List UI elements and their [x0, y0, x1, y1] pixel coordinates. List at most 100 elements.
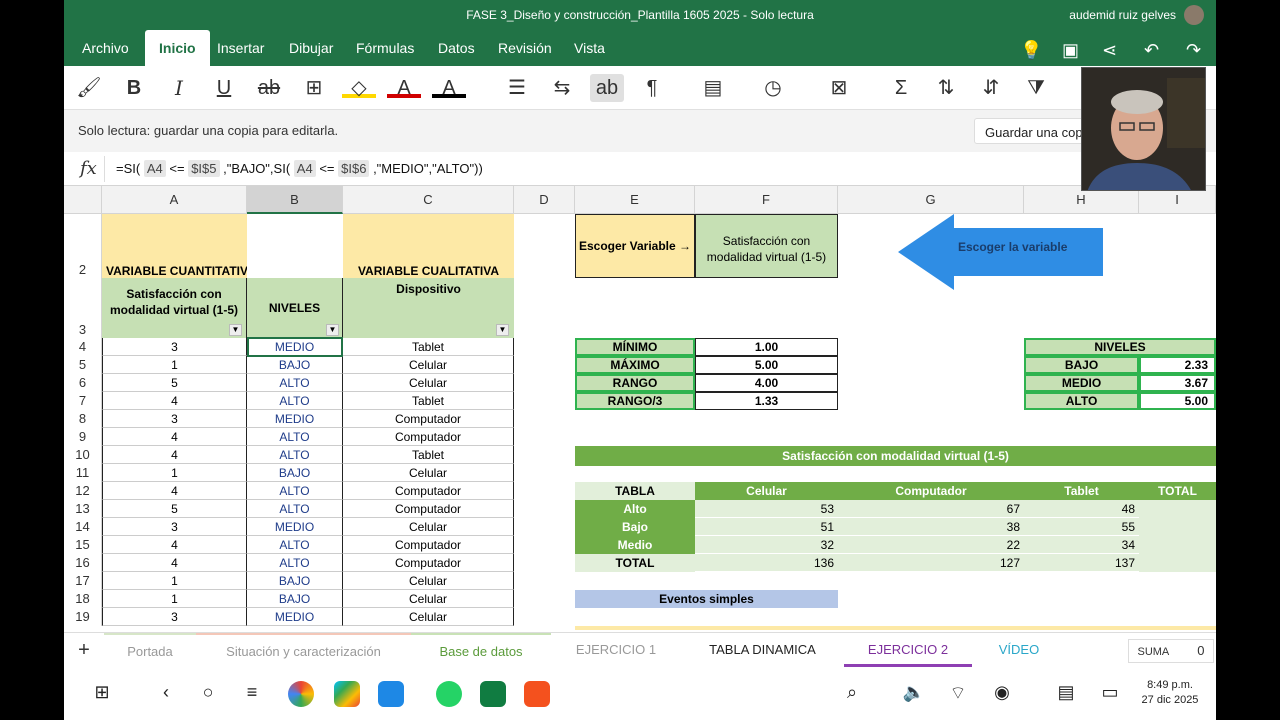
cell-b[interactable]: MEDIO — [247, 608, 343, 626]
excel-app-icon[interactable] — [480, 681, 506, 707]
filter-dropdown-icon[interactable]: ▼ — [326, 324, 339, 336]
cell-b[interactable]: ALTO — [247, 536, 343, 554]
cell-a[interactable]: 3 — [102, 410, 247, 428]
pivot-column-header[interactable]: Tablet — [1024, 482, 1139, 500]
header-variable-cuantitativa[interactable]: VARIABLE CUANTITATIVA — [102, 214, 247, 278]
orientation-icon[interactable]: ab — [590, 74, 624, 102]
select-all-corner[interactable] — [64, 186, 102, 214]
sheet-tab-ejercicio-2[interactable]: EJERCICIO 2 — [844, 633, 972, 667]
cell-c[interactable]: Celular — [343, 590, 514, 608]
autosum-icon[interactable]: Σ — [884, 74, 918, 102]
bold-icon[interactable]: B — [117, 74, 151, 102]
spreadsheet-grid[interactable]: A B C D E F G H I 2 3 4 5 6 7 8 9 10 11 12 13 14 15 16… — [64, 186, 1216, 630]
undo-icon[interactable]: ↶ — [1144, 40, 1159, 61]
cell-b[interactable]: ALTO — [247, 392, 343, 410]
pivot-total[interactable] — [1139, 518, 1216, 536]
align-icon[interactable]: ☰ — [500, 74, 534, 102]
nivel-label[interactable]: MEDIO — [1024, 374, 1139, 392]
redo-icon[interactable]: ↷ — [1186, 40, 1201, 61]
filter-dropdown-icon[interactable]: ▼ — [496, 324, 509, 336]
pivot-row-label[interactable]: Medio — [575, 536, 695, 554]
header-variable-cualitativa[interactable]: VARIABLE CUALITATIVA — [343, 214, 514, 278]
clock[interactable]: 8:49 p.m. 27 dic 2025 — [1134, 678, 1206, 708]
column-header-g[interactable]: G — [838, 186, 1024, 214]
cell-c[interactable]: Computador — [343, 500, 514, 518]
row-header[interactable]: 6 — [64, 374, 102, 392]
lightbulb-icon[interactable]: 💡 — [1020, 40, 1042, 61]
row-header[interactable]: 2 — [64, 214, 102, 278]
pivot-row-label[interactable]: Bajo — [575, 518, 695, 536]
pivot-total[interactable] — [1139, 536, 1216, 554]
eventos-simples[interactable]: Eventos simples — [575, 590, 838, 608]
cell-a[interactable]: 1 — [102, 590, 247, 608]
cell-b[interactable]: BAJO — [247, 464, 343, 482]
stat-label[interactable]: RANGO — [575, 374, 695, 392]
escoger-variable-label[interactable]: Escoger Variable → — [575, 214, 695, 278]
cell-b[interactable]: ALTO — [247, 500, 343, 518]
selected-variable-cell[interactable]: Satisfacción con modalidad virtual (1-5) — [695, 214, 838, 278]
cell-a[interactable]: 4 — [102, 554, 247, 572]
sheet-tab-tabla-dinamica[interactable]: TABLA DINAMICA — [681, 633, 844, 667]
cell-b[interactable]: ALTO — [247, 428, 343, 446]
number-format-icon[interactable]: ◷ — [756, 74, 790, 102]
pivot-value[interactable]: 34 — [1024, 536, 1139, 554]
pivot-total[interactable] — [1139, 500, 1216, 518]
cell-a[interactable]: 4 — [102, 446, 247, 464]
add-sheet-icon[interactable]: + — [72, 633, 96, 667]
files-app-icon[interactable] — [378, 681, 404, 707]
row-header[interactable]: 14 — [64, 518, 102, 536]
cell-a[interactable]: 3 — [102, 518, 247, 536]
search-icon[interactable]: ⌕ — [838, 682, 866, 703]
volume-icon[interactable]: 🔈 — [900, 682, 928, 703]
pivot-total[interactable] — [1139, 554, 1216, 572]
apps-grid-icon[interactable]: ⊞ — [88, 682, 116, 703]
italic-icon[interactable]: I — [162, 74, 196, 102]
stat-label[interactable]: MÁXIMO — [575, 356, 695, 374]
screen-recorder-icon[interactable] — [524, 681, 550, 707]
cell-a[interactable]: 1 — [102, 464, 247, 482]
filter-dropdown-icon[interactable]: ▼ — [229, 324, 242, 336]
location-icon[interactable]: ◉ — [988, 682, 1016, 703]
tab-dibujar[interactable]: Dibujar — [289, 40, 333, 56]
row-header[interactable]: 16 — [64, 554, 102, 572]
cell-b[interactable]: MEDIO — [247, 518, 343, 536]
row-header[interactable]: 13 — [64, 500, 102, 518]
pivot-value[interactable]: 32 — [695, 536, 838, 554]
cell-c[interactable]: Tablet — [343, 446, 514, 464]
row-header[interactable]: 4 — [64, 338, 102, 356]
tab-datos[interactable]: Datos — [438, 40, 475, 56]
save-icon[interactable]: ▣ — [1062, 40, 1079, 61]
whatsapp-icon[interactable] — [436, 681, 462, 707]
font-color-dropdown-icon[interactable]: A — [432, 74, 466, 99]
pivot-banner[interactable]: Satisfacción con modalidad virtual (1-5) — [575, 446, 1216, 466]
pivot-value[interactable]: 127 — [838, 554, 1024, 572]
sheet-tab-base-de-datos[interactable]: Base de datos — [411, 633, 551, 667]
conditional-format-icon[interactable]: ▤ — [696, 74, 730, 102]
row-header[interactable]: 7 — [64, 392, 102, 410]
cell-a[interactable]: 1 — [102, 356, 247, 374]
wrap-text-icon[interactable]: ⇆ — [545, 74, 579, 102]
back-icon[interactable]: ‹ — [152, 682, 180, 703]
cell-b[interactable]: BAJO — [247, 356, 343, 374]
row-header[interactable]: 15 — [64, 536, 102, 554]
row-header[interactable]: 17 — [64, 572, 102, 590]
cell-b[interactable]: BAJO — [247, 590, 343, 608]
sheet-tab-ejercicio-1[interactable]: EJERCICIO 1 — [551, 633, 681, 667]
pivot-corner[interactable]: TABLA — [575, 482, 695, 500]
formula-bar[interactable]: fx =SI( A4 <= $I$5 ,"BAJO",SI( A4 <= $I$… — [64, 152, 1216, 186]
fill-color-icon[interactable]: ◇ — [342, 74, 376, 99]
pivot-value[interactable]: 55 — [1024, 518, 1139, 536]
niveles-title[interactable]: NIVELES — [1024, 338, 1216, 356]
column-header-b[interactable]: B — [247, 186, 343, 214]
notes-icon[interactable]: ▤ — [1052, 682, 1080, 703]
cell-a[interactable]: 3 — [102, 608, 247, 626]
pivot-column-header[interactable]: Celular — [695, 482, 838, 500]
row-header[interactable]: 11 — [64, 464, 102, 482]
underline-icon[interactable]: U — [207, 74, 241, 102]
cell-b[interactable]: ALTO — [247, 482, 343, 500]
strikethrough-icon[interactable]: ab — [252, 74, 286, 102]
cell-c[interactable]: Computador — [343, 428, 514, 446]
font-color-icon[interactable]: A — [387, 74, 421, 99]
tab-archivo[interactable]: Archivo — [82, 40, 129, 56]
stat-value[interactable]: 5.00 — [695, 356, 838, 374]
